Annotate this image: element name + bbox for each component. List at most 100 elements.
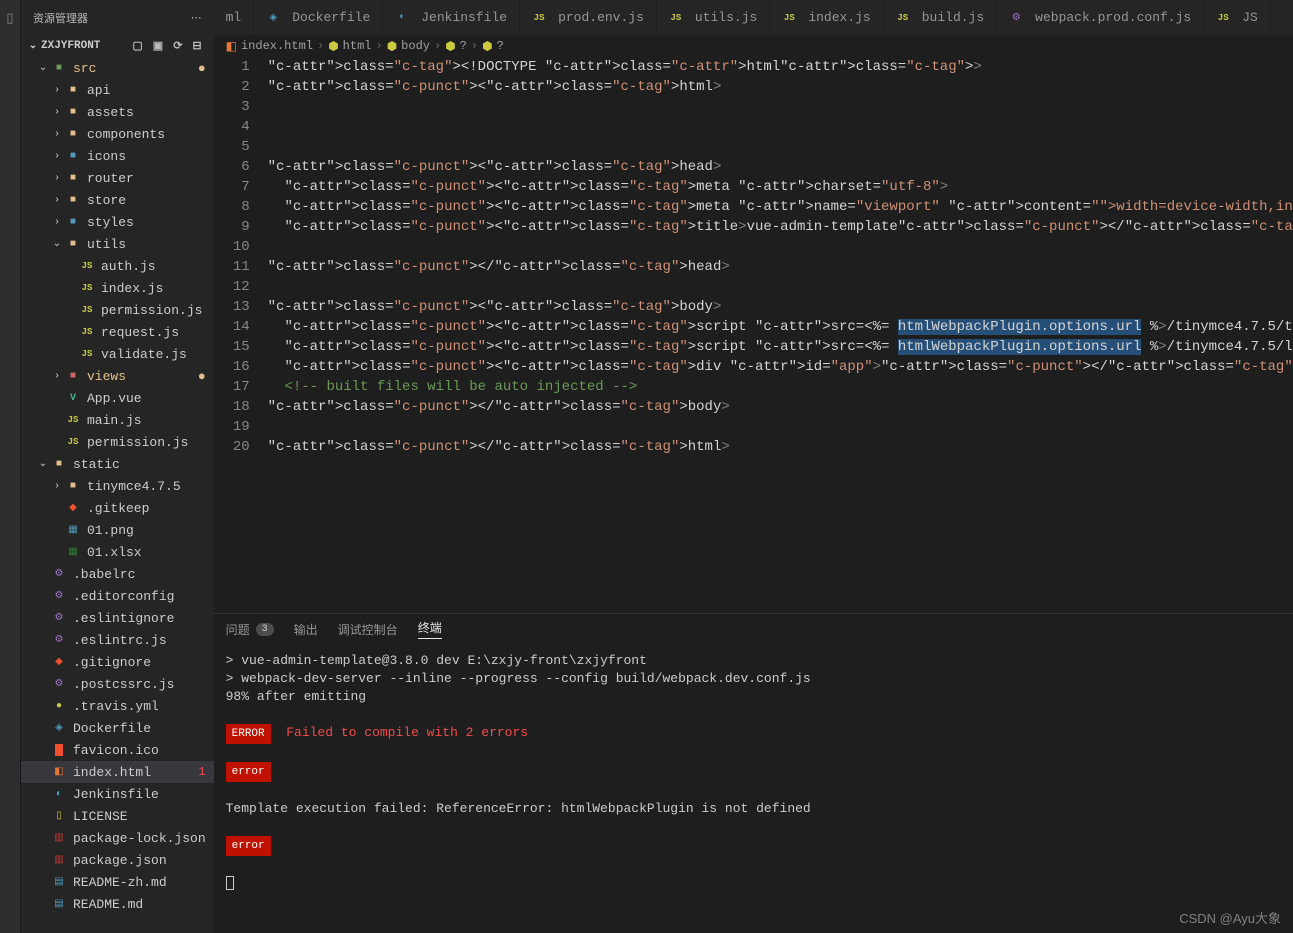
terminal-tabs: 问题3 输出 调试控制台 终端 (214, 614, 1293, 644)
editor-tab[interactable]: index.js (770, 0, 883, 35)
tree-item[interactable]: LICENSE (21, 805, 214, 827)
tree-item[interactable]: ›views● (21, 365, 214, 387)
refresh-icon[interactable]: ⟳ (173, 39, 182, 53)
breadcrumb[interactable]: ◧ index.html › ⬢ html › ⬢ body › ⬢ ? › ⬢… (214, 35, 1293, 57)
code-line[interactable]: "c-attr">class="c-punct"><"c-attr">class… (268, 317, 1293, 337)
tab-terminal[interactable]: 终端 (418, 619, 442, 639)
tree-item[interactable]: ›assets (21, 101, 214, 123)
tree-item[interactable]: README-zh.md (21, 871, 214, 893)
new-folder-icon[interactable]: ▣ (153, 39, 163, 53)
tree-item[interactable]: index.html1 (21, 761, 214, 783)
tree-item[interactable]: ›api (21, 79, 214, 101)
code-line[interactable]: "c-attr">class="c-punct"><"c-attr">class… (268, 197, 1293, 217)
tree-item[interactable]: ⌄src● (21, 57, 214, 79)
tree-item[interactable]: validate.js (21, 343, 214, 365)
tree-item[interactable]: ›icons (21, 145, 214, 167)
sidebar-title-row: 资源管理器 ⋯ (21, 0, 214, 35)
collapse-icon[interactable]: ⊟ (192, 39, 201, 53)
files-icon[interactable]: ▯ (0, 8, 20, 28)
code-line[interactable]: "c-attr">class="c-punct"><"c-attr">class… (268, 357, 1293, 377)
bc-item[interactable]: index.html (241, 39, 313, 53)
tree-item[interactable]: 01.xlsx (21, 541, 214, 563)
editor-tab[interactable]: prod.env.js (520, 0, 657, 35)
code-line[interactable]: "c-attr">class="c-punct"></"c-attr">clas… (268, 257, 1293, 277)
code-line[interactable] (268, 137, 1293, 157)
tree-item[interactable]: package-lock.json (21, 827, 214, 849)
tree-item[interactable]: README.md (21, 893, 214, 915)
cfg-icon (51, 676, 67, 692)
tree-item[interactable]: package.json (21, 849, 214, 871)
tree-item[interactable]: request.js (21, 321, 214, 343)
tree-item[interactable]: ›components (21, 123, 214, 145)
chevron-down-icon: ⌄ (35, 62, 51, 74)
code-line[interactable]: "c-attr">class="c-punct"><"c-attr">class… (268, 77, 1293, 97)
chevron-right-icon: › (49, 371, 65, 382)
chevron-down-icon: ⌄ (49, 238, 65, 250)
tree-label: store (87, 193, 126, 208)
code-content[interactable]: "c-attr">class="c-tag"><!DOCTYPE "c-attr… (268, 57, 1293, 613)
tree-item[interactable]: .gitkeep (21, 497, 214, 519)
code-line[interactable]: "c-attr">class="c-punct"></"c-attr">clas… (268, 437, 1293, 457)
tree-item[interactable]: index.js (21, 277, 214, 299)
bc-item[interactable]: ? (460, 39, 467, 53)
tree-item[interactable]: App.vue (21, 387, 214, 409)
tree-item[interactable]: favicon.ico (21, 739, 214, 761)
code-line[interactable]: "c-attr">class="c-punct"></"c-attr">clas… (268, 397, 1293, 417)
tab-output[interactable]: 输出 (294, 621, 318, 638)
tree-item[interactable]: permission.js (21, 431, 214, 453)
code-line[interactable] (268, 97, 1293, 117)
code-line[interactable]: "c-attr">class="c-punct"><"c-attr">class… (268, 337, 1293, 357)
new-file-icon[interactable]: ▢ (132, 39, 142, 53)
tree-item[interactable]: .eslintignore (21, 607, 214, 629)
tree-item[interactable]: ›router (21, 167, 214, 189)
bc-item[interactable]: ? (497, 39, 504, 53)
npm-icon (51, 830, 67, 846)
line-number: 7 (214, 177, 250, 197)
code-line[interactable]: "c-attr">class="c-punct"><"c-attr">class… (268, 217, 1293, 237)
tab-problems[interactable]: 问题3 (226, 621, 274, 638)
tree-item[interactable]: Jenkinsfile (21, 783, 214, 805)
bc-item[interactable]: body (401, 39, 430, 53)
tree-item[interactable]: permission.js (21, 299, 214, 321)
code-line[interactable]: "c-attr">class="c-punct"><"c-attr">class… (268, 157, 1293, 177)
editor-tab[interactable]: Jenkinsfile (383, 0, 520, 35)
editor-tab[interactable]: webpack.prod.conf.js (997, 0, 1204, 35)
code-line[interactable]: "c-attr">class="c-tag"><!DOCTYPE "c-attr… (268, 57, 1293, 77)
project-header[interactable]: ⌄ ZXJYFRONT ▢ ▣ ⟳ ⊟ (21, 35, 214, 57)
code-line[interactable] (268, 237, 1293, 257)
tree-item[interactable]: .postcssrc.js (21, 673, 214, 695)
tree-item[interactable]: ›styles (21, 211, 214, 233)
tree-item[interactable]: ⌄static (21, 453, 214, 475)
tree-item[interactable]: Dockerfile (21, 717, 214, 739)
tree-item[interactable]: auth.js (21, 255, 214, 277)
tree-item[interactable]: .travis.yml (21, 695, 214, 717)
code-line[interactable] (268, 117, 1293, 137)
editor-tab[interactable]: JS (1204, 0, 1271, 35)
editor-tab[interactable]: utils.js (657, 0, 770, 35)
js-icon (532, 11, 546, 25)
tree-item[interactable]: ›tinymce4.7.5 (21, 475, 214, 497)
tree-item[interactable]: .eslintrc.js (21, 629, 214, 651)
code-line[interactable]: <!-- built files will be auto injected -… (268, 377, 1293, 397)
tree-item[interactable]: main.js (21, 409, 214, 431)
editor-tab[interactable]: build.js (884, 0, 997, 35)
more-icon[interactable]: ⋯ (191, 11, 202, 25)
bc-item[interactable]: html (343, 39, 372, 53)
code-editor[interactable]: 1234567891011121314151617181920 "c-attr"… (214, 57, 1293, 613)
code-line[interactable]: "c-attr">class="c-punct"><"c-attr">class… (268, 297, 1293, 317)
code-line[interactable] (268, 277, 1293, 297)
tree-label: router (87, 171, 134, 186)
tree-item[interactable]: ›store (21, 189, 214, 211)
tree-item[interactable]: ⌄utils (21, 233, 214, 255)
tree-item[interactable]: 01.png (21, 519, 214, 541)
watermark: CSDN @Ayu大象 (1179, 908, 1281, 927)
code-line[interactable]: "c-attr">class="c-punct"><"c-attr">class… (268, 177, 1293, 197)
tree-item[interactable]: .babelrc (21, 563, 214, 585)
tab-debug[interactable]: 调试控制台 (338, 621, 398, 638)
code-line[interactable] (268, 417, 1293, 437)
tree-item[interactable]: .gitignore (21, 651, 214, 673)
tree-item[interactable]: .editorconfig (21, 585, 214, 607)
editor-tab[interactable]: ml (214, 0, 255, 35)
terminal-body[interactable]: > vue-admin-template@3.8.0 dev E:\zxjy-f… (214, 644, 1293, 933)
editor-tab[interactable]: Dockerfile (254, 0, 383, 35)
